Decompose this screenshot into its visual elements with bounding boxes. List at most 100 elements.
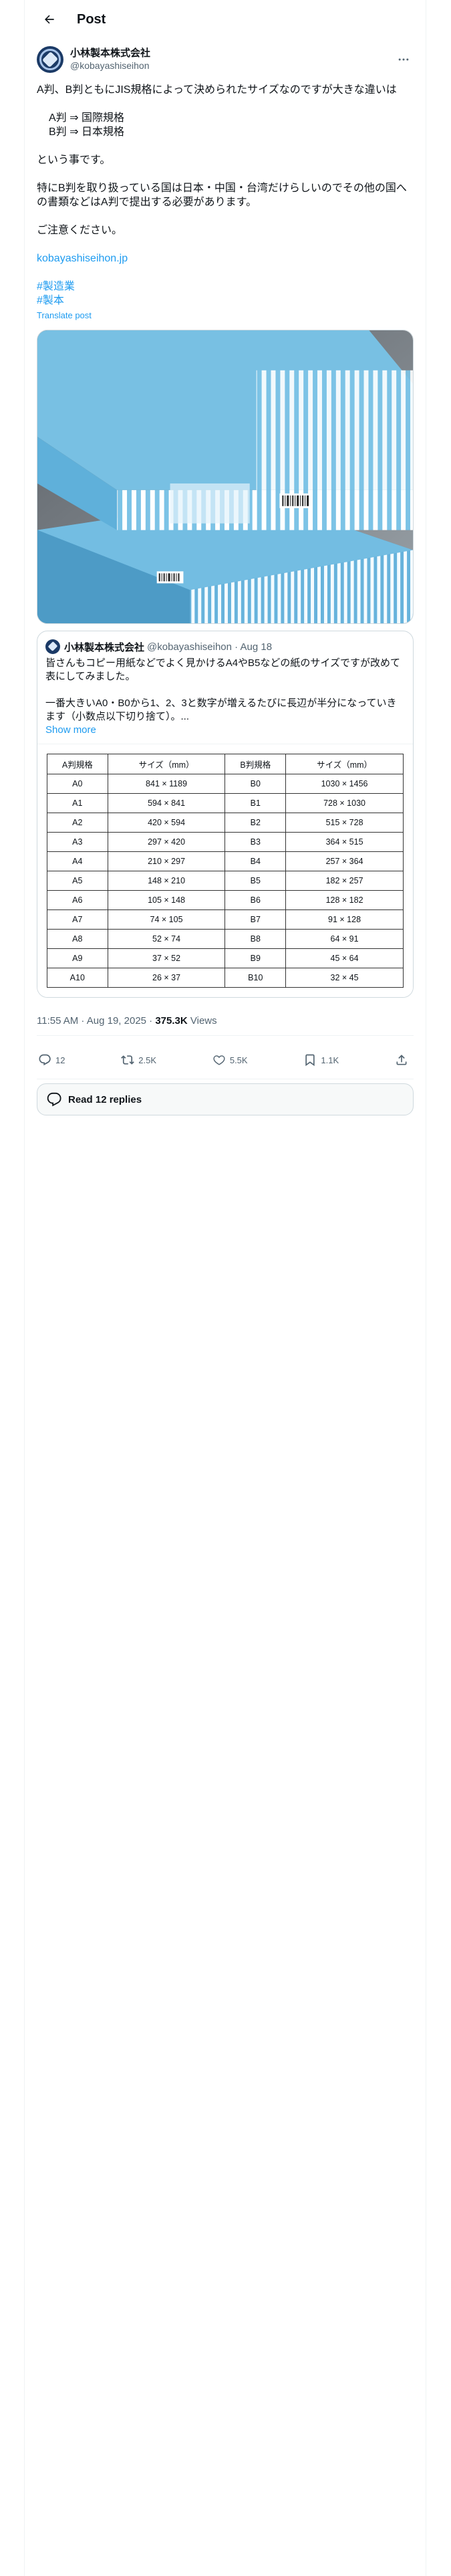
more-options-button[interactable]: [394, 49, 414, 70]
hashtag-link[interactable]: #製本: [37, 294, 414, 308]
paper-size-table: A判規格 サイズ（mm） B判規格 サイズ（mm） A0 841 × 1189 B0…: [47, 754, 404, 988]
author-handle[interactable]: @kobayashiseihon: [70, 60, 150, 72]
like-button[interactable]: 5.5K: [212, 1053, 248, 1067]
table-cell: 594 × 841: [107, 793, 226, 813]
post-text-line: B判 ⇒ 日本規格: [49, 126, 124, 138]
hashtag-link[interactable]: #製造業: [37, 280, 414, 294]
post-text-line: A判 ⇒ 国際規格: [49, 112, 124, 124]
table-cell: 728 × 1030: [285, 793, 404, 813]
quoted-text-line: 一番大きいA0・B0から1、2、3と数字が増えるたびに長辺が半分になっていきます…: [45, 697, 397, 722]
more-icon: [398, 58, 409, 61]
table-cell: 32 × 45: [285, 968, 404, 988]
table-cell: B5: [224, 871, 287, 891]
quoted-post[interactable]: 小林製本株式会社 @kobayashiseihon · Aug 18 皆さんもコ…: [37, 631, 414, 998]
column-header: サイズ（mm）: [285, 754, 404, 774]
post-text-line: 特にB判を取り扱っている国は日本・中国・台湾だけらしいのでその他の国への書類など…: [37, 183, 407, 208]
post-text-line: ご注意ください。: [37, 225, 123, 236]
table-cell: 1030 × 1456: [285, 774, 404, 794]
table-cell: 74 × 105: [107, 909, 226, 930]
table-cell: A0: [47, 774, 108, 794]
read-replies-button[interactable]: Read 12 replies: [37, 1083, 414, 1115]
author-display-name[interactable]: 小林製本株式会社: [70, 47, 150, 60]
back-button[interactable]: [38, 8, 61, 31]
table-cell: 91 × 128: [285, 909, 404, 930]
like-count: 5.5K: [229, 1055, 248, 1065]
table-row: A10 26 × 37 B10 32 × 45: [47, 968, 404, 988]
table-cell: 148 × 210: [107, 871, 226, 891]
table-cell: B0: [224, 774, 287, 794]
views-label: Views: [187, 1015, 217, 1027]
table-cell: 515 × 728: [285, 813, 404, 833]
bookmark-button[interactable]: 1.1K: [303, 1053, 339, 1067]
table-cell: 45 × 64: [285, 948, 404, 968]
table-row: A8 52 × 74 B8 64 × 91: [47, 929, 404, 949]
reply-button[interactable]: 12: [38, 1053, 65, 1067]
reply-icon: [39, 1054, 51, 1066]
quoted-author-meta: @kobayashiseihon · Aug 18: [147, 641, 273, 653]
table-cell: A7: [47, 909, 108, 930]
table-cell: 182 × 257: [285, 871, 404, 891]
arrow-left-icon: [45, 15, 54, 24]
table-cell: 364 × 515: [285, 832, 404, 852]
table-cell: 297 × 420: [107, 832, 226, 852]
table-cell: B10: [224, 968, 287, 988]
reply-count: 12: [55, 1055, 65, 1065]
table-cell: 210 × 297: [107, 851, 226, 871]
copy-paper-photo: [37, 330, 413, 623]
heart-icon: [213, 1055, 225, 1065]
quoted-text-line: 皆さんもコピー用紙などでよく見かけるA4やB5などの紙のサイズですが改めて表にし…: [45, 657, 400, 682]
column-header: A判規格: [47, 754, 108, 774]
read-replies-label: Read 12 replies: [68, 1093, 142, 1105]
table-cell: B3: [224, 832, 287, 852]
timestamp-text[interactable]: 11:55 AM · Aug 19, 2025 ·: [37, 1015, 155, 1027]
post-text-line: という事です。: [37, 154, 111, 166]
post-photo[interactable]: [37, 330, 414, 624]
share-icon: [396, 1055, 407, 1065]
table-cell: 841 × 1189: [107, 774, 226, 794]
table-cell: B7: [224, 909, 287, 930]
table-cell: B4: [224, 851, 287, 871]
top-bar: Post: [25, 0, 426, 39]
page-title: Post: [77, 11, 106, 27]
table-row: A9 37 × 52 B9 45 × 64: [47, 948, 404, 968]
share-button[interactable]: [395, 1053, 412, 1067]
table-cell: 37 × 52: [107, 948, 226, 968]
bookmark-icon: [305, 1054, 315, 1067]
table-row: A1 594 × 841 B1 728 × 1030: [47, 793, 404, 813]
table-cell: 420 × 594: [107, 813, 226, 833]
avatar: [45, 639, 60, 654]
table-cell: A9: [47, 948, 108, 968]
table-row: A7 74 × 105 B7 91 × 128: [47, 909, 404, 930]
table-cell: 64 × 91: [285, 929, 404, 949]
table-cell: B2: [224, 813, 287, 833]
column-header: サイズ（mm）: [107, 754, 226, 774]
translate-post-button[interactable]: Translate post: [37, 310, 414, 322]
table-cell: 52 × 74: [107, 929, 226, 949]
table-cell: A4: [47, 851, 108, 871]
table-cell: A6: [47, 890, 108, 910]
avatar[interactable]: [37, 46, 63, 73]
post-body: A判、B判ともにJIS規格によって決められたサイズなのですが大きな違いは A判 …: [25, 76, 426, 322]
action-bar: 12 2.5K 5.5K 1.1K: [25, 1041, 426, 1079]
table-cell: B1: [224, 793, 287, 813]
post-timestamp: 11:55 AM · Aug 19, 2025 · 375.3K Views: [25, 998, 426, 1035]
table-cell: A1: [47, 793, 108, 813]
table-cell: 26 × 37: [107, 968, 226, 988]
table-cell: 105 × 148: [107, 890, 226, 910]
show-more-link[interactable]: Show more: [37, 724, 413, 737]
repost-count: 2.5K: [138, 1055, 157, 1065]
bookmark-count: 1.1K: [321, 1055, 339, 1065]
table-cell: B8: [224, 929, 287, 949]
repost-button[interactable]: 2.5K: [121, 1053, 156, 1067]
table-cell: 128 × 182: [285, 890, 404, 910]
website-link[interactable]: kobayashiseihon.jp: [37, 251, 414, 265]
table-row: A2 420 × 594 B2 515 × 728: [47, 813, 404, 833]
quoted-text: 皆さんもコピー用紙などでよく見かけるA4やB5などの紙のサイズですが改めて表にし…: [37, 654, 413, 724]
table-row: A4 210 × 297 B4 257 × 364: [47, 851, 404, 871]
divider: [37, 1035, 414, 1036]
table-cell: A10: [47, 968, 108, 988]
quoted-author-name: 小林製本株式会社: [64, 641, 145, 653]
table-cell: A2: [47, 813, 108, 833]
repost-icon: [121, 1055, 135, 1065]
table-cell: 257 × 364: [285, 851, 404, 871]
